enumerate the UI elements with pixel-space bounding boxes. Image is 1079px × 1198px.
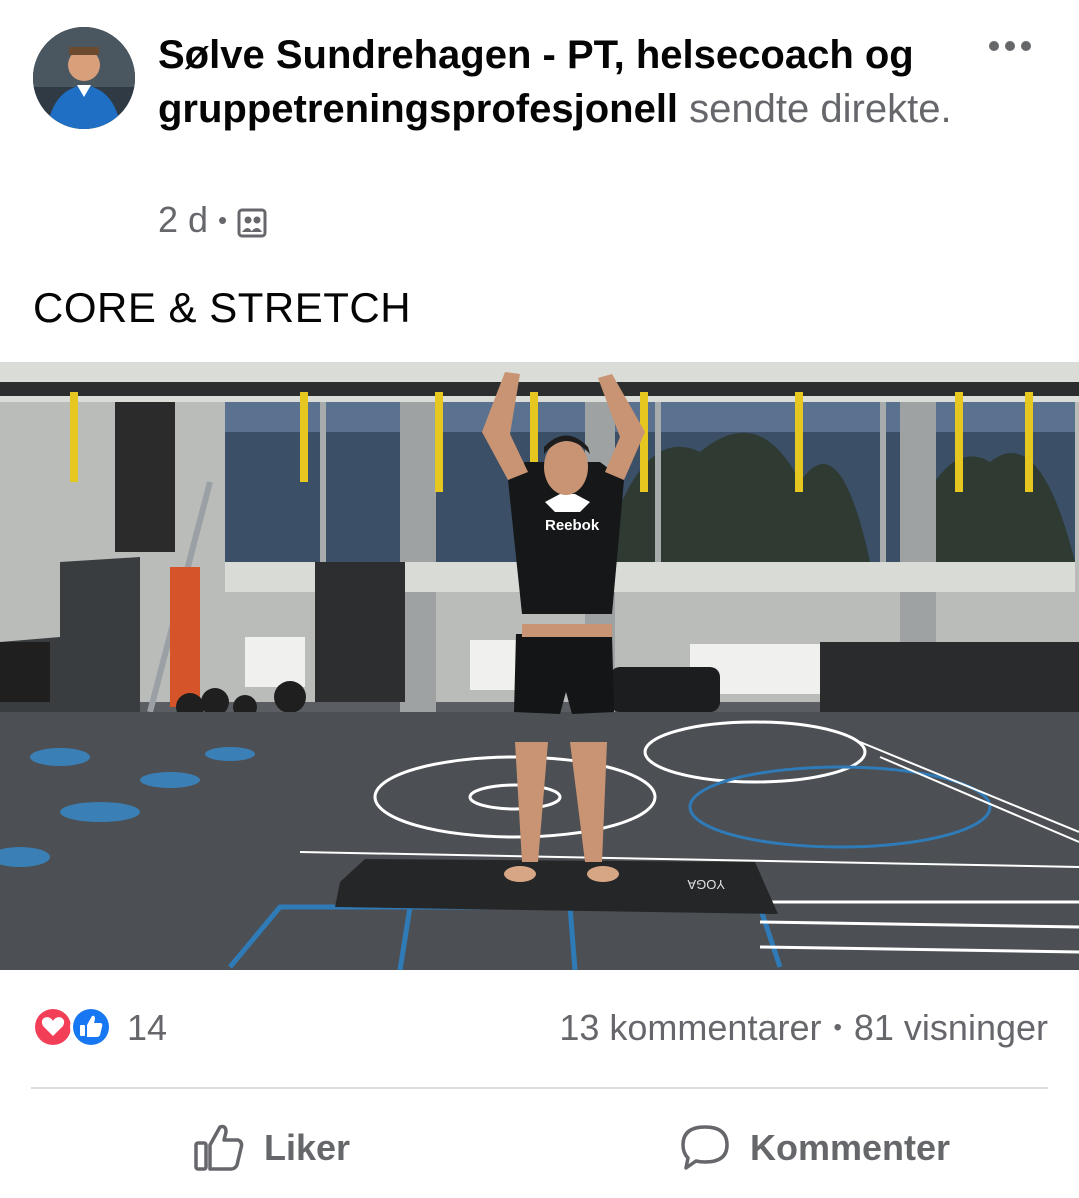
post-time[interactable]: 2 d <box>158 199 208 241</box>
comment-label: Kommenter <box>750 1127 951 1168</box>
stats-separator: • <box>833 1014 842 1041</box>
view-count: 81 visninger <box>853 1007 1048 1048</box>
like-label: Liker <box>264 1127 351 1168</box>
post-header: Sølve Sundrehagen - PT, helsecoach og gr… <box>0 0 1079 260</box>
thumbs-up-icon <box>194 1124 244 1171</box>
reaction-count[interactable]: 14 <box>127 1007 167 1049</box>
group-icon <box>237 205 267 238</box>
more-horizontal-icon <box>989 41 1031 51</box>
comment-button[interactable]: Kommenter <box>678 1116 950 1180</box>
like-reaction-icon <box>70 1006 112 1048</box>
post-stats: 14 13 kommentarer • 81 visninger <box>0 995 1079 1065</box>
shirt-brand: Reebok <box>545 517 600 534</box>
post-title: Sølve Sundrehagen - PT, helsecoach og gr… <box>158 28 958 136</box>
post-text: CORE & STRETCH <box>33 284 412 331</box>
video-frame: YOGA Reebok <box>0 362 1079 970</box>
mat-brand: YOGA <box>687 877 725 892</box>
more-options-button[interactable] <box>985 30 1035 62</box>
reaction-summary[interactable] <box>31 1005 121 1049</box>
video-player[interactable]: YOGA Reebok <box>0 362 1079 970</box>
love-reaction-icon <box>33 1007 73 1047</box>
action-bar: Liker Kommenter <box>0 1100 1079 1198</box>
comment-icon <box>681 1125 729 1170</box>
author-avatar[interactable] <box>33 27 135 129</box>
like-button[interactable]: Liker <box>192 1116 350 1180</box>
engagement-counts: 13 kommentarer • 81 visninger <box>559 1007 1048 1049</box>
post-meta: 2 d • <box>158 197 267 243</box>
meta-separator: • <box>218 204 228 235</box>
divider <box>31 1087 1048 1089</box>
action-text: sendte direkte. <box>689 87 952 131</box>
comment-count[interactable]: 13 kommentarer <box>559 1007 821 1049</box>
